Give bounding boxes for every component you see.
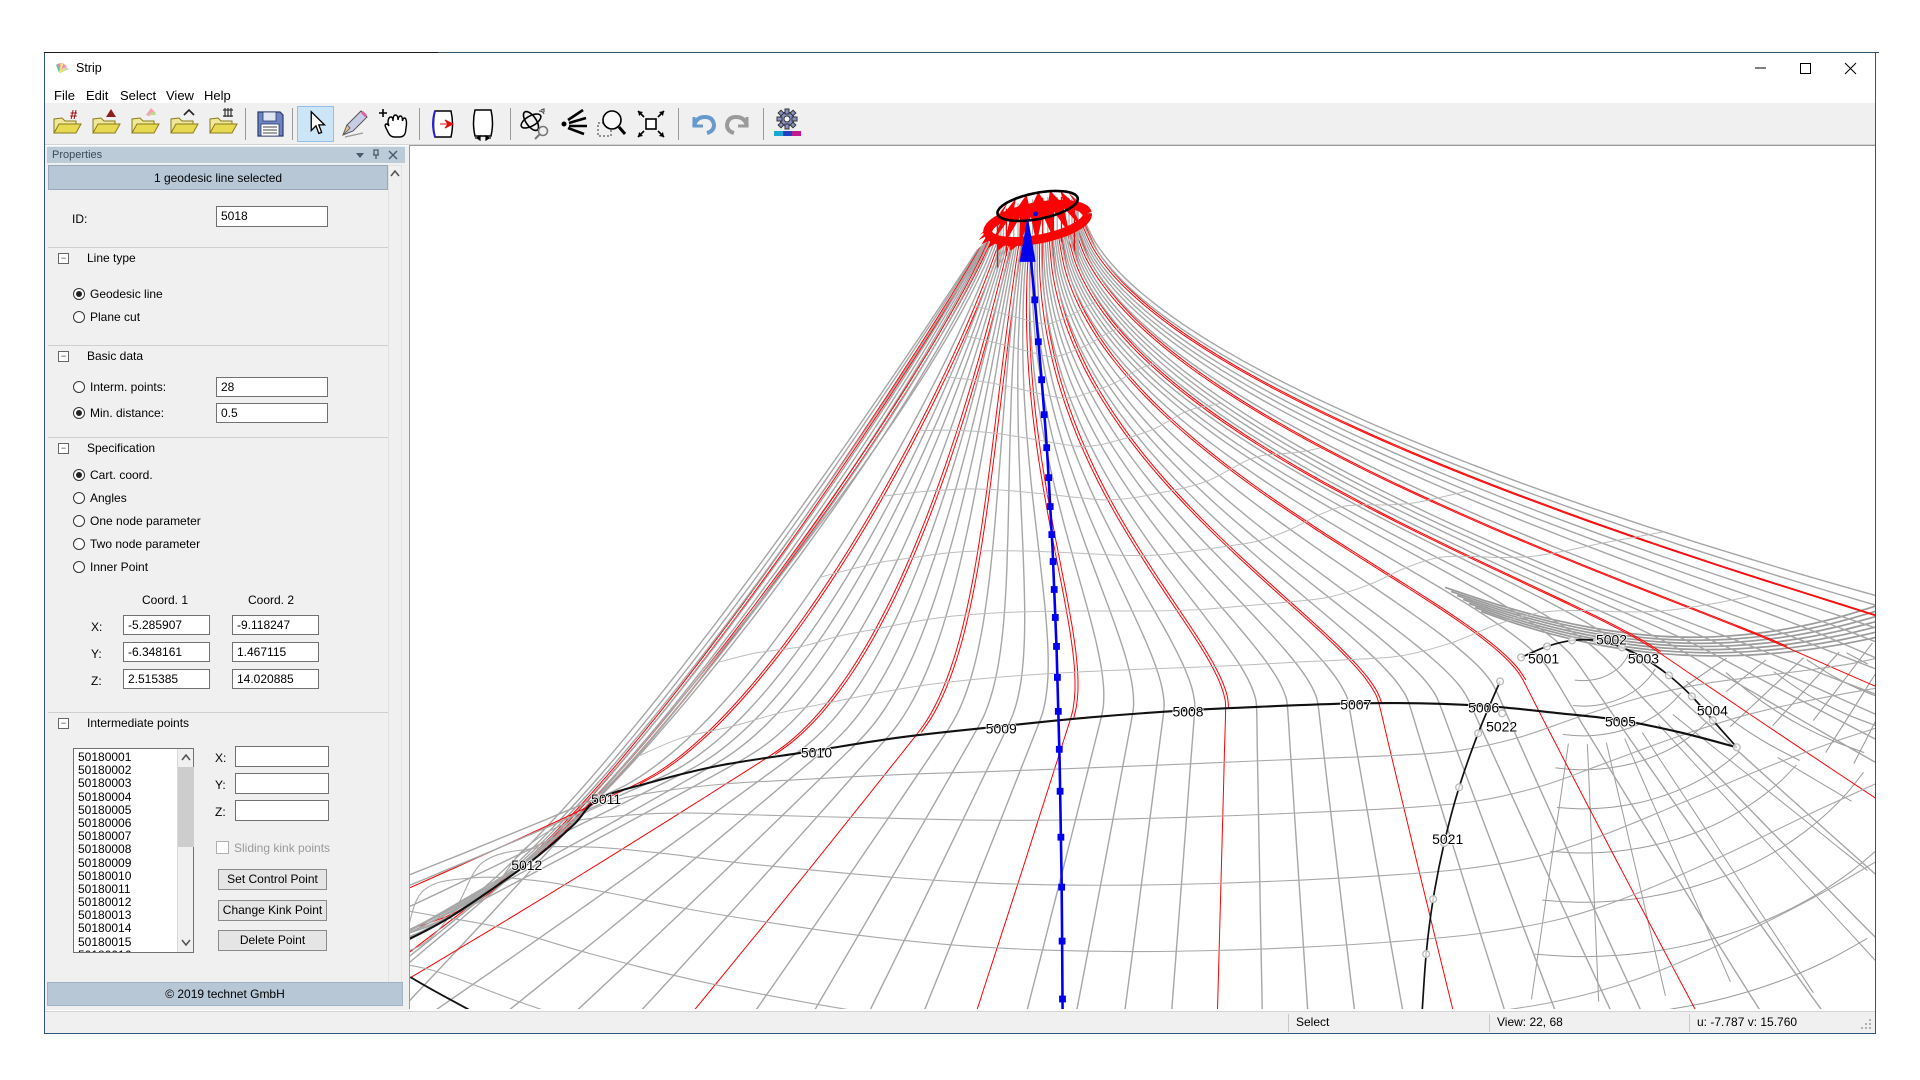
svg-text:5001: 5001	[1528, 650, 1559, 666]
svg-text:5022: 5022	[1486, 718, 1517, 734]
svg-text:5010: 5010	[801, 744, 832, 760]
svg-text:5012: 5012	[511, 857, 542, 873]
svg-text:5005: 5005	[1605, 713, 1636, 729]
svg-text:5009: 5009	[986, 720, 1017, 736]
svg-text:5004: 5004	[1697, 702, 1728, 718]
svg-text:5011: 5011	[591, 791, 621, 807]
svg-text:5007: 5007	[1340, 696, 1371, 712]
svg-text:5006: 5006	[1468, 699, 1499, 715]
svg-text:5002: 5002	[1596, 631, 1627, 647]
svg-text:5008: 5008	[1172, 703, 1203, 719]
svg-text:5003: 5003	[1628, 650, 1659, 666]
svg-text:#: #	[70, 107, 78, 122]
svg-text:5021: 5021	[1432, 831, 1463, 847]
